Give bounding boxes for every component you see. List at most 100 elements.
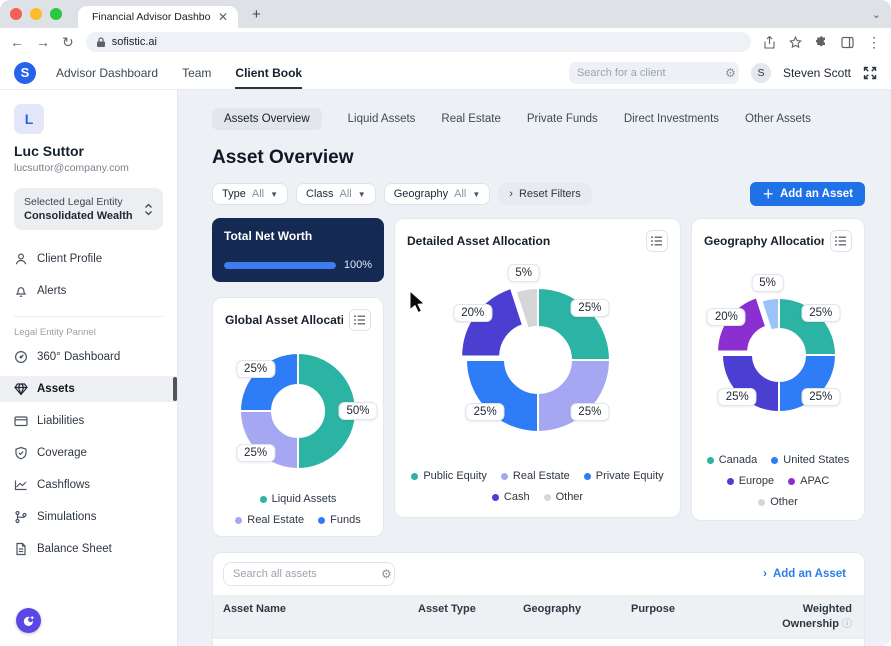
sidebar-item-liabilities[interactable]: Liabilities: [14, 408, 163, 434]
bookmark-star-icon[interactable]: [789, 35, 802, 49]
tab-real-estate[interactable]: Real Estate: [441, 108, 500, 130]
search-settings-gear-icon[interactable]: ⚙: [725, 66, 736, 80]
browser-tab-title: Financial Advisor Dashboard: [92, 11, 210, 23]
side-panel-icon[interactable]: [841, 36, 854, 49]
legend-item[interactable]: Other: [758, 496, 798, 508]
browser-window: Financial Advisor Dashboard ✕ + ⌄ ← → ↻ …: [0, 0, 891, 646]
legend-dot: [318, 516, 326, 524]
legend-item[interactable]: Public Equity: [411, 470, 487, 482]
legend-item[interactable]: Cash: [491, 491, 530, 503]
url-text: sofistic.ai: [111, 36, 157, 48]
chart-legend-list-button[interactable]: [646, 230, 668, 252]
sidebar-item-assets[interactable]: Assets: [0, 376, 177, 402]
filter-class[interactable]: Class All ▼: [296, 183, 376, 205]
chevron-down-icon[interactable]: ⌄: [872, 8, 881, 21]
tab-other-assets[interactable]: Other Assets: [745, 108, 811, 130]
chart-legend-list-button[interactable]: [830, 230, 852, 252]
browser-menu-icon[interactable]: ⋮: [867, 35, 881, 49]
legend-item[interactable]: Liquid Assets: [259, 493, 336, 505]
filter-label: Type: [222, 188, 246, 200]
slice-percentage-label: 25%: [236, 359, 276, 378]
tab-private-funds[interactable]: Private Funds: [527, 108, 598, 130]
add-asset-button[interactable]: ＋ Add an Asset: [750, 182, 865, 206]
tab-liquid-assets[interactable]: Liquid Assets: [348, 108, 416, 130]
legend-dot: [491, 493, 499, 501]
tab-close-icon[interactable]: ✕: [218, 10, 228, 24]
legend-label: Public Equity: [423, 470, 487, 482]
sidebar-item-360-dashboard[interactable]: 360° Dashboard: [14, 344, 163, 370]
slice-percentage-label: 25%: [801, 387, 841, 406]
legend-label: Canada: [718, 454, 758, 466]
sidebar-item-client-profile[interactable]: Client Profile: [14, 246, 163, 272]
nav-team[interactable]: Team: [182, 56, 211, 89]
legend-item[interactable]: United States: [771, 454, 849, 466]
branch-icon: [15, 510, 27, 524]
fullscreen-icon[interactable]: [863, 66, 877, 80]
legend-item[interactable]: Funds: [318, 514, 361, 526]
info-icon[interactable]: ⓘ: [842, 619, 852, 630]
new-tab-button[interactable]: +: [252, 6, 261, 23]
legend-item[interactable]: Real Estate: [235, 514, 304, 526]
filter-type[interactable]: Type All ▼: [212, 183, 289, 205]
sidebar-item-label: Simulations: [37, 511, 97, 523]
zoom-window-button[interactable]: [50, 8, 62, 20]
geography-allocation-card: Geography Allocation 25% 25% 25% 20% 5% Cana…: [691, 218, 865, 521]
widget-icon: [23, 615, 34, 626]
sidebar-item-alerts[interactable]: Alerts: [14, 278, 163, 304]
tab-assets-overview[interactable]: Assets Overview: [212, 108, 322, 130]
client-search-input[interactable]: [576, 66, 719, 79]
tab-direct-investments[interactable]: Direct Investments: [624, 108, 719, 130]
cell-geography: Canada: [513, 639, 621, 646]
sofistic-logo[interactable]: S: [14, 61, 36, 84]
table-row[interactable]: Example name 1 Real Estate Canada Invest…: [213, 638, 864, 646]
search-settings-gear-icon[interactable]: ⚙: [381, 567, 392, 581]
legend-dot: [726, 477, 734, 485]
extensions-puzzle-icon[interactable]: [815, 35, 828, 49]
share-icon[interactable]: [763, 35, 776, 49]
col-asset-name: Asset Name: [223, 603, 286, 615]
filter-label: Class: [306, 188, 334, 200]
main-content: Assets Overview Liquid Assets Real Estat…: [178, 90, 891, 646]
entity-selector-label: Selected Legal Entity: [24, 196, 123, 208]
sidebar-item-coverage[interactable]: Coverage: [14, 440, 163, 466]
legend-item[interactable]: Private Equity: [583, 470, 664, 482]
cell-asset-name: Example name 1: [213, 639, 408, 646]
legal-entity-selector[interactable]: Selected Legal Entity Consolidated Wealt…: [14, 188, 163, 230]
reload-icon[interactable]: ↻: [62, 35, 74, 49]
legend-item[interactable]: APAC: [788, 475, 829, 487]
bell-icon: [15, 287, 27, 298]
minimize-window-button[interactable]: [30, 8, 42, 20]
legend-label: Cash: [503, 491, 530, 503]
back-icon[interactable]: ←: [10, 35, 24, 49]
sidebar-item-label: Assets: [37, 383, 75, 395]
sidebar-item-balance-sheet[interactable]: Balance Sheet: [14, 536, 163, 562]
asset-search-input[interactable]: [233, 568, 375, 580]
user-avatar[interactable]: S: [750, 62, 771, 83]
legend-item[interactable]: Real Estate: [500, 470, 570, 482]
legend-dot: [771, 456, 779, 464]
reset-filters-button[interactable]: › Reset Filters: [498, 183, 592, 205]
filter-geography[interactable]: Geography All ▼: [383, 183, 491, 205]
add-asset-link[interactable]: › Add an Asset: [763, 568, 846, 580]
browser-tab[interactable]: Financial Advisor Dashboard ✕: [78, 6, 238, 28]
forward-icon[interactable]: →: [36, 35, 50, 49]
legend-dot: [411, 472, 419, 480]
slice-percentage-label: 5%: [507, 264, 541, 283]
donut-slice[interactable]: [459, 286, 524, 358]
slice-percentage-label: 5%: [751, 273, 784, 292]
legend-item[interactable]: Canada: [706, 454, 758, 466]
sidebar-item-cashflows[interactable]: Cashflows: [14, 472, 163, 498]
sidebar-item-label: 360° Dashboard: [37, 351, 121, 363]
window-controls[interactable]: [10, 8, 62, 20]
chart-legend-list-button[interactable]: [349, 309, 371, 331]
accessibility-widget-button[interactable]: [16, 608, 41, 633]
address-bar[interactable]: sofistic.ai: [85, 32, 751, 52]
nav-client-book[interactable]: Client Book: [235, 56, 303, 89]
dashboard-gauge-icon: [14, 350, 28, 364]
legend-item[interactable]: Other: [543, 491, 583, 503]
card-title: Detailed Asset Allocation: [407, 234, 551, 248]
nav-advisor-dashboard[interactable]: Advisor Dashboard: [56, 56, 158, 89]
legend-item[interactable]: Europe: [726, 475, 774, 487]
close-window-button[interactable]: [10, 8, 22, 20]
sidebar-item-simulations[interactable]: Simulations: [14, 504, 163, 530]
